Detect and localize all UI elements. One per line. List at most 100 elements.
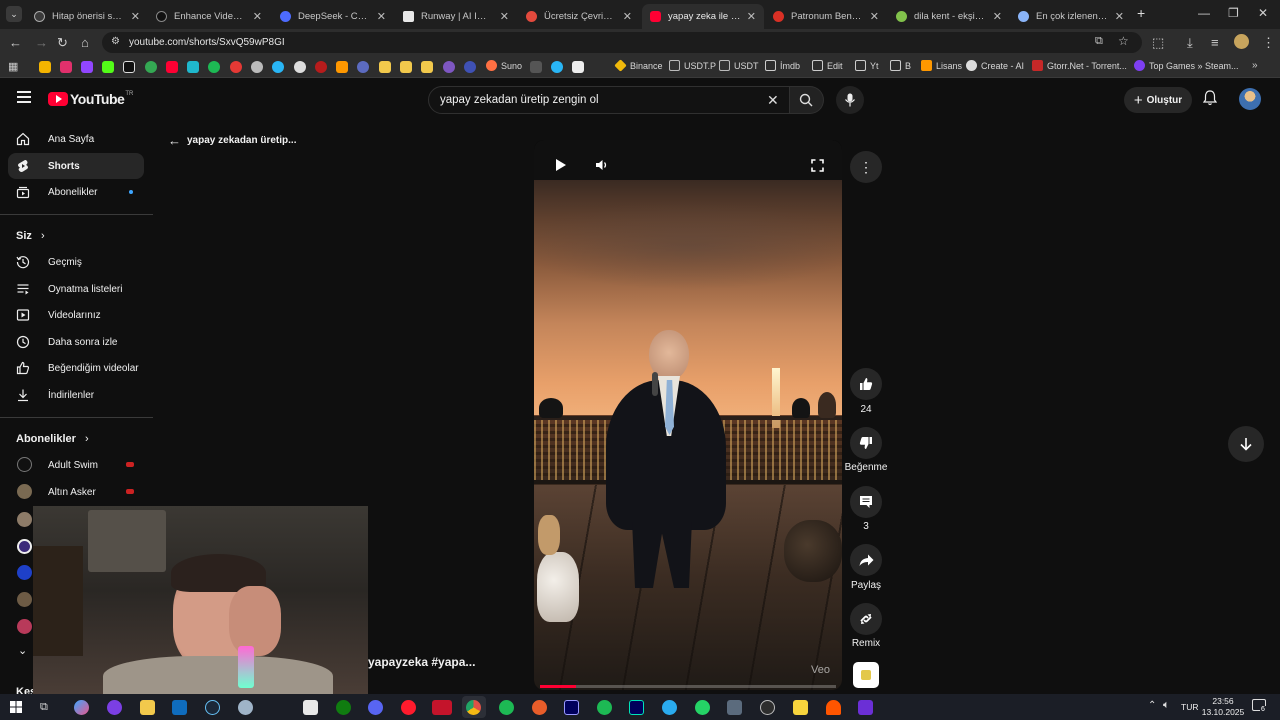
folder-icon[interactable] xyxy=(400,61,412,73)
windows-start-icon[interactable] xyxy=(10,701,22,713)
fullscreen-icon[interactable] xyxy=(811,159,824,172)
dislike-button[interactable] xyxy=(850,427,882,459)
bookmark-icon[interactable] xyxy=(443,61,455,73)
bookmark-icon[interactable] xyxy=(102,61,114,73)
bookmark-gtorr[interactable]: Gtorr.Net - Torrent... xyxy=(1032,60,1127,71)
volume-icon[interactable] xyxy=(595,159,609,171)
sidebar-item-history[interactable]: Geçmiş xyxy=(8,249,144,275)
tab-close-icon[interactable]: ✕ xyxy=(500,10,509,23)
hamburger-menu-icon[interactable] xyxy=(17,91,31,103)
browser-tab[interactable]: Patronum Benden Ev✕ xyxy=(765,4,887,29)
app-icon[interactable] xyxy=(499,700,514,715)
address-bar[interactable]: ⚙ youtube.com/shorts/SxvQ59wP8GI ⧉ ☆ xyxy=(102,32,1142,53)
file-explorer-icon[interactable] xyxy=(140,700,155,715)
task-view-icon[interactable]: ⧉ xyxy=(40,701,48,714)
browser-tab[interactable]: Ücretsiz Çevrimiçi Yo✕ xyxy=(518,4,640,29)
reload-icon[interactable]: ↻ xyxy=(57,35,68,51)
tab-close-icon[interactable]: ✕ xyxy=(253,10,262,23)
app-icon[interactable] xyxy=(107,700,122,715)
bookmark-icon[interactable] xyxy=(572,61,584,73)
browser-tab[interactable]: En çok izlenen youtu✕ xyxy=(1010,4,1132,29)
calculator-icon[interactable] xyxy=(727,700,742,715)
tab-close-icon[interactable]: ✕ xyxy=(623,10,632,23)
play-button[interactable] xyxy=(556,159,566,171)
video-caption[interactable]: yapayzeka #yapa... xyxy=(368,655,475,669)
soundcloud-icon[interactable] xyxy=(826,700,841,715)
youtube-logo[interactable]: YouTube TR xyxy=(48,91,133,107)
system-tray-chevron-icon[interactable]: ⌃ xyxy=(1148,700,1156,711)
bookmark-icon[interactable] xyxy=(60,61,72,73)
telegram-icon[interactable] xyxy=(662,700,677,715)
bookmark-icon[interactable] xyxy=(251,61,263,73)
shorts-video-player[interactable]: Veo xyxy=(534,140,842,690)
channel-avatar[interactable] xyxy=(17,512,32,527)
forward-arrow-icon[interactable]: → xyxy=(35,35,48,50)
copilot-icon[interactable] xyxy=(74,700,89,715)
browser-tab-active[interactable]: yapay zeka ile zengin✕ xyxy=(642,4,764,29)
tab-close-icon[interactable]: ✕ xyxy=(131,10,140,23)
tab-search-button[interactable]: ⌄ xyxy=(6,6,22,22)
account-avatar[interactable] xyxy=(1239,88,1261,110)
bookmark-steam[interactable]: Top Games » Steam... xyxy=(1134,60,1239,71)
voice-search-button[interactable] xyxy=(836,86,864,114)
show-more-chevron-icon[interactable]: ⌄ xyxy=(18,644,27,657)
bookmark-binance[interactable]: Binance xyxy=(614,59,663,72)
audio-thumbnail[interactable] xyxy=(853,662,879,688)
sidebar-item-watch-later[interactable]: Daha sonra izle xyxy=(8,329,144,355)
media-icon[interactable]: ≡ xyxy=(1211,35,1219,50)
more-options-button[interactable]: ⋮ xyxy=(850,151,882,183)
apps-grid-icon[interactable]: ▦ xyxy=(8,60,18,73)
language-indicator[interactable]: TUR xyxy=(1181,702,1198,712)
bookmark-icon[interactable] xyxy=(551,61,563,73)
spotify-icon[interactable] xyxy=(597,700,612,715)
search-button[interactable] xyxy=(790,86,824,114)
tab-close-icon[interactable]: ✕ xyxy=(747,10,756,23)
subscription-item[interactable]: Adult Swim xyxy=(8,452,144,478)
subscription-item[interactable]: Altın Asker xyxy=(8,479,144,505)
sidebar-item-subscriptions[interactable]: Abonelikler xyxy=(8,179,144,205)
sidebar-item-liked-videos[interactable]: Beğendiğim videolar xyxy=(8,355,144,381)
like-button[interactable] xyxy=(850,368,882,400)
browser-tab[interactable]: DeepSeek - ChatPro✕ xyxy=(272,4,394,29)
bookmark-icon[interactable] xyxy=(123,61,135,73)
bookmark-usdt[interactable]: USDT xyxy=(719,60,759,71)
tab-close-icon[interactable]: ✕ xyxy=(377,10,386,23)
bookmark-icon[interactable] xyxy=(230,61,242,73)
remix-button[interactable] xyxy=(850,603,882,635)
bookmark-folder-b[interactable]: B xyxy=(890,60,911,71)
channel-avatar[interactable] xyxy=(17,619,32,634)
clear-search-icon[interactable]: ✕ xyxy=(767,92,779,109)
app-icon[interactable] xyxy=(238,700,253,715)
sticky-notes-icon[interactable] xyxy=(793,700,808,715)
home-icon[interactable]: ⌂ xyxy=(81,35,89,50)
sidebar-item-downloads[interactable]: İndirilenler xyxy=(8,382,144,408)
whatsapp-icon[interactable] xyxy=(695,700,710,715)
clock[interactable]: 23:56 13.10.2025 xyxy=(1200,696,1246,718)
app-icon[interactable] xyxy=(858,700,873,715)
discord-icon[interactable] xyxy=(368,700,383,715)
bookmark-create-ai[interactable]: Create - AI xyxy=(966,60,1024,71)
channel-avatar[interactable] xyxy=(17,565,32,580)
downloads-icon[interactable]: ⤓ xyxy=(1187,35,1193,51)
bookmark-folder-imdb[interactable]: İmdb xyxy=(765,60,800,71)
video-progress-track[interactable] xyxy=(540,685,836,688)
sidebar-section-you[interactable]: Siz › xyxy=(16,230,45,242)
next-video-button[interactable] xyxy=(1228,426,1264,462)
steam-icon[interactable] xyxy=(205,700,220,715)
xbox-icon[interactable] xyxy=(336,700,351,715)
site-info-icon[interactable]: ⚙ xyxy=(111,36,120,47)
bookmark-icon[interactable] xyxy=(357,61,369,73)
sidebar-item-shorts[interactable]: Shorts xyxy=(8,153,144,179)
close-window-icon[interactable]: ✕ xyxy=(1258,6,1268,20)
tab-close-icon[interactable]: ✕ xyxy=(993,10,1002,23)
bookmark-star-icon[interactable]: ☆ xyxy=(1118,34,1129,48)
app-icon[interactable] xyxy=(532,700,547,715)
bookmark-suno[interactable]: Suno xyxy=(486,60,522,71)
bookmark-icon[interactable] xyxy=(145,61,157,73)
browser-tab[interactable]: dila kent - ekşi sözlük✕ xyxy=(888,4,1010,29)
folder-icon[interactable] xyxy=(421,61,433,73)
bookmark-lisans[interactable]: Lisans xyxy=(921,60,962,71)
create-button[interactable]: + Oluştur xyxy=(1124,87,1192,113)
profile-avatar[interactable] xyxy=(1234,34,1249,49)
bookmark-icon[interactable] xyxy=(336,61,348,73)
